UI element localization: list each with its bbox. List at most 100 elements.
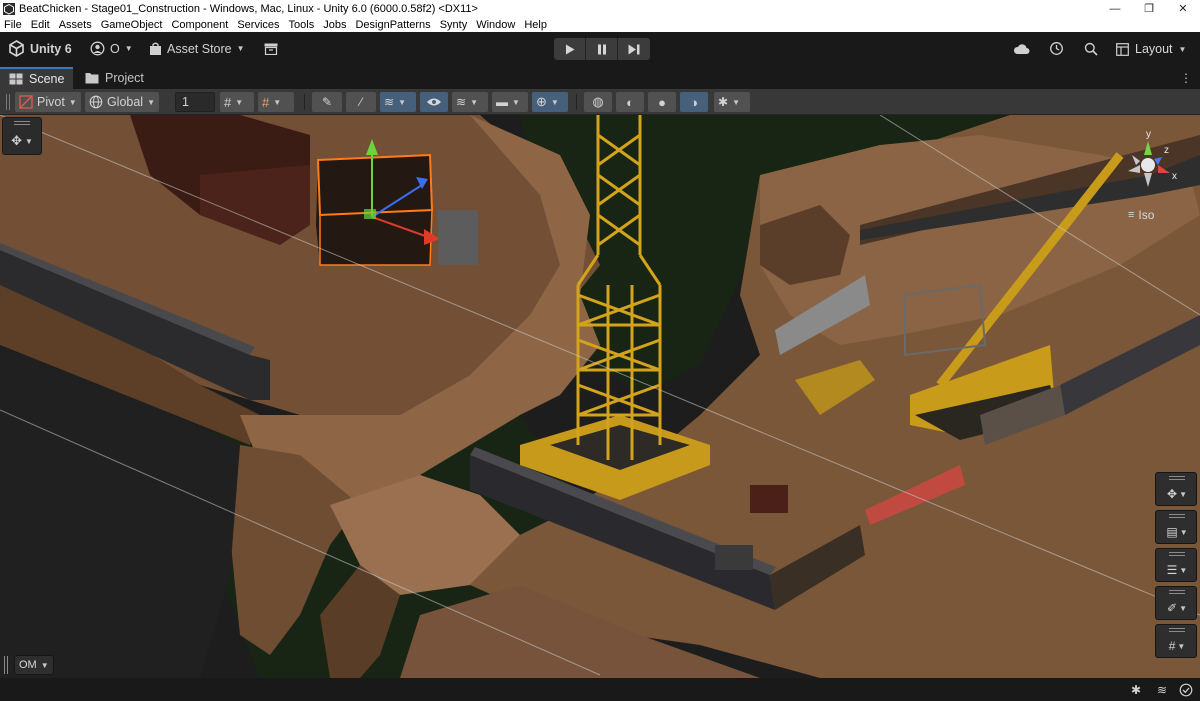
layers-visibility-dropdown[interactable]: ≋ ▼	[380, 92, 416, 112]
eye-icon	[427, 98, 441, 106]
chevron-down-icon: ▼	[1179, 489, 1187, 499]
shaded-sphere-icon: ●	[658, 94, 666, 110]
global-label: Global	[106, 95, 144, 109]
history-icon	[1049, 42, 1063, 55]
shading-shaded-button[interactable]: ●	[648, 92, 676, 112]
close-button[interactable]: ✕	[1166, 0, 1200, 17]
menu-edit[interactable]: Edit	[31, 19, 50, 31]
tool-overlay[interactable]: ✥ ▼	[2, 117, 42, 155]
pause-button[interactable]	[586, 38, 618, 60]
lit-sphere-icon: ◑	[690, 94, 698, 110]
draw-mode-button[interactable]: ✎	[312, 92, 342, 112]
package-manager-button[interactable]	[260, 38, 282, 59]
tab-project[interactable]: Project	[76, 67, 153, 89]
menu-icon: ≡	[1128, 209, 1135, 221]
play-controls	[554, 38, 650, 60]
debug-status-button[interactable]: ✱	[1128, 682, 1144, 698]
pivot-icon	[19, 95, 33, 109]
app-icon	[3, 2, 15, 15]
menu-gameobject[interactable]: GameObject	[101, 19, 163, 31]
overlay-grip	[1169, 628, 1185, 632]
asset-store-dropdown[interactable]: Asset Store ▼	[149, 38, 245, 59]
unity-product-button[interactable]: Unity 6	[8, 38, 72, 59]
layout-dropdown[interactable]: Layout ▼	[1112, 38, 1192, 60]
view-options-icon: ▤	[1166, 525, 1178, 539]
chevron-down-icon: ▼	[235, 97, 244, 107]
lighting-toggle[interactable]: ⁄	[346, 92, 376, 112]
overlay-grip	[1169, 476, 1185, 480]
menu-file[interactable]: File	[4, 19, 22, 31]
tab-scene[interactable]: Scene	[0, 67, 74, 89]
shading-unlit-button[interactable]: ◑	[680, 92, 708, 112]
search-button[interactable]	[1080, 38, 1102, 59]
scene-visibility-button[interactable]	[420, 92, 448, 112]
maximize-button[interactable]: ❐	[1132, 0, 1166, 17]
overlay-view-options[interactable]: ▤ ▼	[1155, 510, 1197, 544]
asset-store-label: Asset Store	[167, 41, 232, 56]
overlay-menu-dropdown[interactable]: OM ▼	[14, 655, 54, 675]
folder-icon	[85, 73, 99, 84]
gizmos-dropdown[interactable]: ⊕ ▼	[532, 92, 568, 112]
overlay-menu-control: OM ▼	[4, 654, 54, 676]
overlay-menu-label: OM	[19, 659, 37, 671]
shading-shaded-wireframe-button[interactable]: ◐	[616, 92, 644, 112]
scene-view[interactable]: ✥ ▼ y z x ≡ Iso ✥ ▼ ▤ ▼ ☰ ▼ ✐ ▼ # ▼ OM ▼	[0, 115, 1200, 678]
progress-status-button[interactable]	[1178, 682, 1194, 698]
menu-designpatterns[interactable]: DesignPatterns	[355, 19, 430, 31]
overlay-settings[interactable]: ☰ ▼	[1155, 548, 1197, 582]
grid-snap-icon: #	[262, 94, 270, 110]
history-button[interactable]	[1045, 38, 1067, 59]
menu-services[interactable]: Services	[237, 19, 279, 31]
kebab-menu-icon[interactable]: ⋮	[1180, 71, 1192, 85]
status-bar: ✱ ≋	[0, 678, 1200, 701]
menu-tools[interactable]: Tools	[289, 19, 315, 31]
overlay-grid[interactable]: # ▼	[1155, 624, 1197, 658]
pivot-dropdown[interactable]: Pivot ▼	[15, 92, 81, 112]
main-toolbar: Unity 6 O ▼ Asset Store ▼ Layout ▼	[0, 32, 1200, 65]
orientation-gizmo[interactable]: y z x	[1118, 127, 1186, 197]
wireframe-icon: ✎	[321, 95, 333, 109]
overlay-brush[interactable]: ✐ ▼	[1155, 586, 1197, 620]
window-titlebar: BeatChicken - Stage01_Construction - Win…	[0, 0, 1200, 17]
cloud-button[interactable]	[1010, 38, 1032, 59]
camera-dropdown[interactable]: ▬ ▼	[492, 92, 528, 112]
menu-window[interactable]: Window	[476, 19, 515, 31]
chevron-down-icon: ▼	[24, 136, 33, 146]
account-dropdown[interactable]: O ▼	[90, 38, 133, 59]
chevron-down-icon: ▼	[273, 97, 282, 107]
gizmo-x-label: x	[1172, 171, 1177, 182]
bug-icon: ✱	[718, 95, 729, 109]
sliders-icon: ☰	[1166, 563, 1178, 577]
move-tool-icon: ✥	[11, 133, 22, 148]
minimize-button[interactable]: —	[1098, 0, 1132, 17]
chevron-down-icon: ▼	[40, 660, 49, 670]
debug-dropdown[interactable]: ✱ ▼	[714, 92, 750, 112]
overlay-transform-tools[interactable]: ✥ ▼	[1155, 472, 1197, 506]
grid-snap-input[interactable]: 1	[175, 92, 215, 112]
menu-jobs[interactable]: Jobs	[323, 19, 346, 31]
layers-dropdown[interactable]: ≋ ▼	[452, 92, 488, 112]
gizmo-icon: ⊕	[536, 94, 547, 109]
grid-visibility-dropdown[interactable]: # ▼	[220, 92, 254, 112]
shaded-wireframe-icon: ◐	[626, 94, 634, 110]
separator	[576, 94, 577, 110]
pivot-label: Pivot	[37, 95, 65, 109]
play-button[interactable]	[554, 38, 586, 60]
layout-icon	[1116, 42, 1129, 56]
menu-help[interactable]: Help	[524, 19, 547, 31]
layers-status-button[interactable]: ≋	[1154, 682, 1170, 698]
grid-snap-dropdown[interactable]: # ▼	[258, 92, 294, 112]
projection-toggle[interactable]: ≡ Iso	[1128, 208, 1154, 222]
chevron-down-icon: ▼	[68, 97, 77, 107]
gizmo-y-label: y	[1146, 129, 1151, 140]
global-dropdown[interactable]: Global ▼	[85, 92, 159, 112]
step-button[interactable]	[618, 38, 650, 60]
no-light-icon: ⁄	[359, 95, 362, 109]
menu-component[interactable]: Component	[171, 19, 228, 31]
separator	[304, 94, 305, 110]
menu-synty[interactable]: Synty	[440, 19, 468, 31]
shading-wireframe-button[interactable]: ◍	[584, 92, 612, 112]
menu-assets[interactable]: Assets	[59, 19, 92, 31]
move-arrows-icon: ✥	[1167, 487, 1178, 501]
camera-icon: ▬	[496, 95, 508, 109]
